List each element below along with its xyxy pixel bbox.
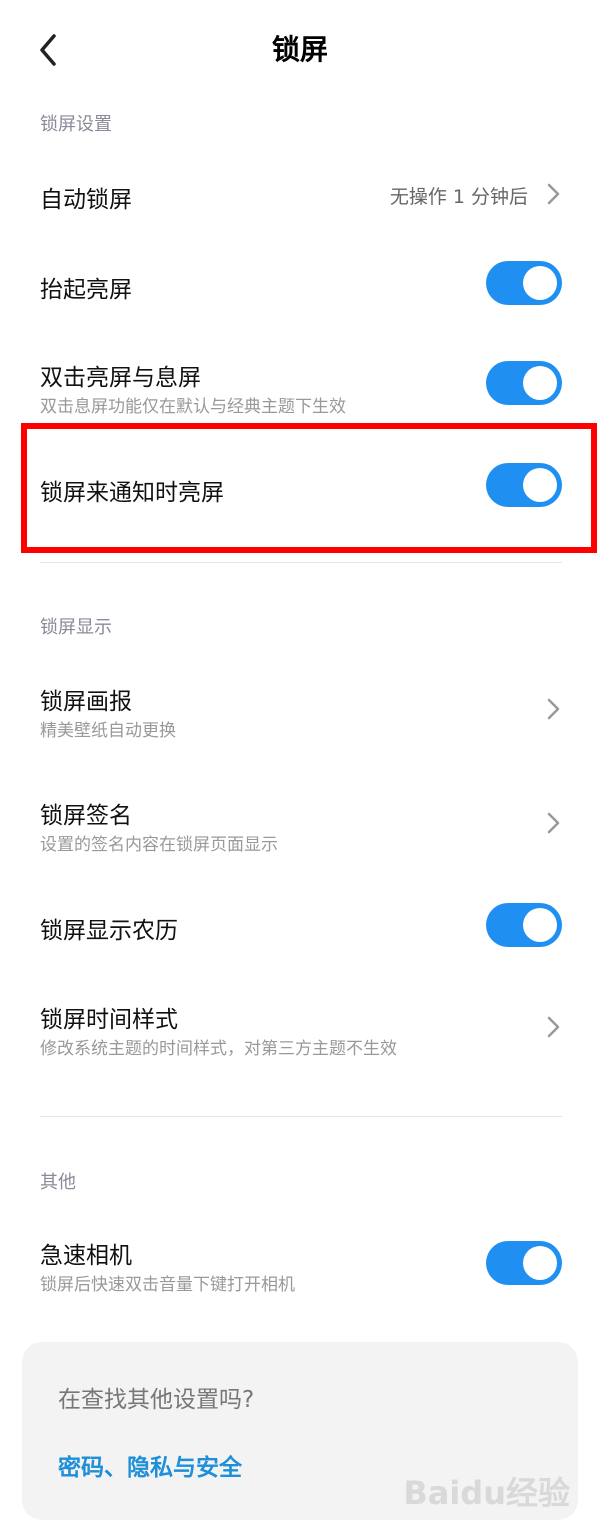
quick-camera-subtitle: 锁屏后快速双击音量下键打开相机 xyxy=(40,1275,295,1295)
section-title-lock-display: 锁屏显示 xyxy=(40,617,112,638)
auto-lock-value: 无操作 1 分钟后 xyxy=(389,186,528,208)
chevron-right-icon xyxy=(547,812,560,834)
double-tap-title: 双击亮屏与息屏 xyxy=(40,365,201,391)
lock-pictorial-subtitle: 精美壁纸自动更换 xyxy=(40,721,176,741)
chevron-right-icon xyxy=(547,698,560,720)
lock-pictorial-title: 锁屏画报 xyxy=(40,689,132,715)
chevron-right-icon xyxy=(547,183,560,205)
watermark-logo: Baidu经验 xyxy=(403,1474,570,1512)
raise-wake-toggle[interactable] xyxy=(486,261,562,305)
privacy-security-link[interactable]: 密码、隐私与安全 xyxy=(58,1448,242,1482)
setting-lock-signature[interactable]: 锁屏签名 设置的签名内容在锁屏页面显示 xyxy=(0,784,600,864)
setting-lock-pictorial[interactable]: 锁屏画报 精美壁纸自动更换 xyxy=(0,670,600,750)
double-tap-subtitle: 双击息屏功能仅在默认与经典主题下生效 xyxy=(40,397,346,417)
setting-auto-lock[interactable]: 自动锁屏 无操作 1 分钟后 xyxy=(0,160,600,230)
section-title-other: 其他 xyxy=(40,1172,76,1193)
setting-time-style[interactable]: 锁屏时间样式 修改系统主题的时间样式，对第三方主题不生效 xyxy=(0,988,600,1068)
time-style-subtitle: 修改系统主题的时间样式，对第三方主题不生效 xyxy=(40,1039,397,1059)
quick-camera-title: 急速相机 xyxy=(40,1243,132,1269)
page-title: 锁屏 xyxy=(271,33,328,66)
lock-signature-title: 锁屏签名 xyxy=(40,803,132,829)
divider xyxy=(40,1116,562,1117)
notify-wake-toggle[interactable] xyxy=(486,463,562,507)
lunar-toggle[interactable] xyxy=(486,903,562,947)
auto-lock-title: 自动锁屏 xyxy=(40,187,132,213)
double-tap-toggle[interactable] xyxy=(486,361,562,405)
notify-wake-title: 锁屏来通知时亮屏 xyxy=(40,480,224,506)
suggestion-question: 在查找其他设置吗? xyxy=(58,1387,255,1413)
raise-wake-title: 抬起亮屏 xyxy=(40,277,132,303)
quick-camera-toggle[interactable] xyxy=(486,1241,562,1285)
chevron-right-icon xyxy=(547,1016,560,1038)
lock-signature-subtitle: 设置的签名内容在锁屏页面显示 xyxy=(40,835,278,855)
section-title-lock-settings: 锁屏设置 xyxy=(40,114,112,135)
time-style-title: 锁屏时间样式 xyxy=(40,1007,178,1033)
divider xyxy=(40,562,562,563)
lunar-title: 锁屏显示农历 xyxy=(40,918,178,944)
